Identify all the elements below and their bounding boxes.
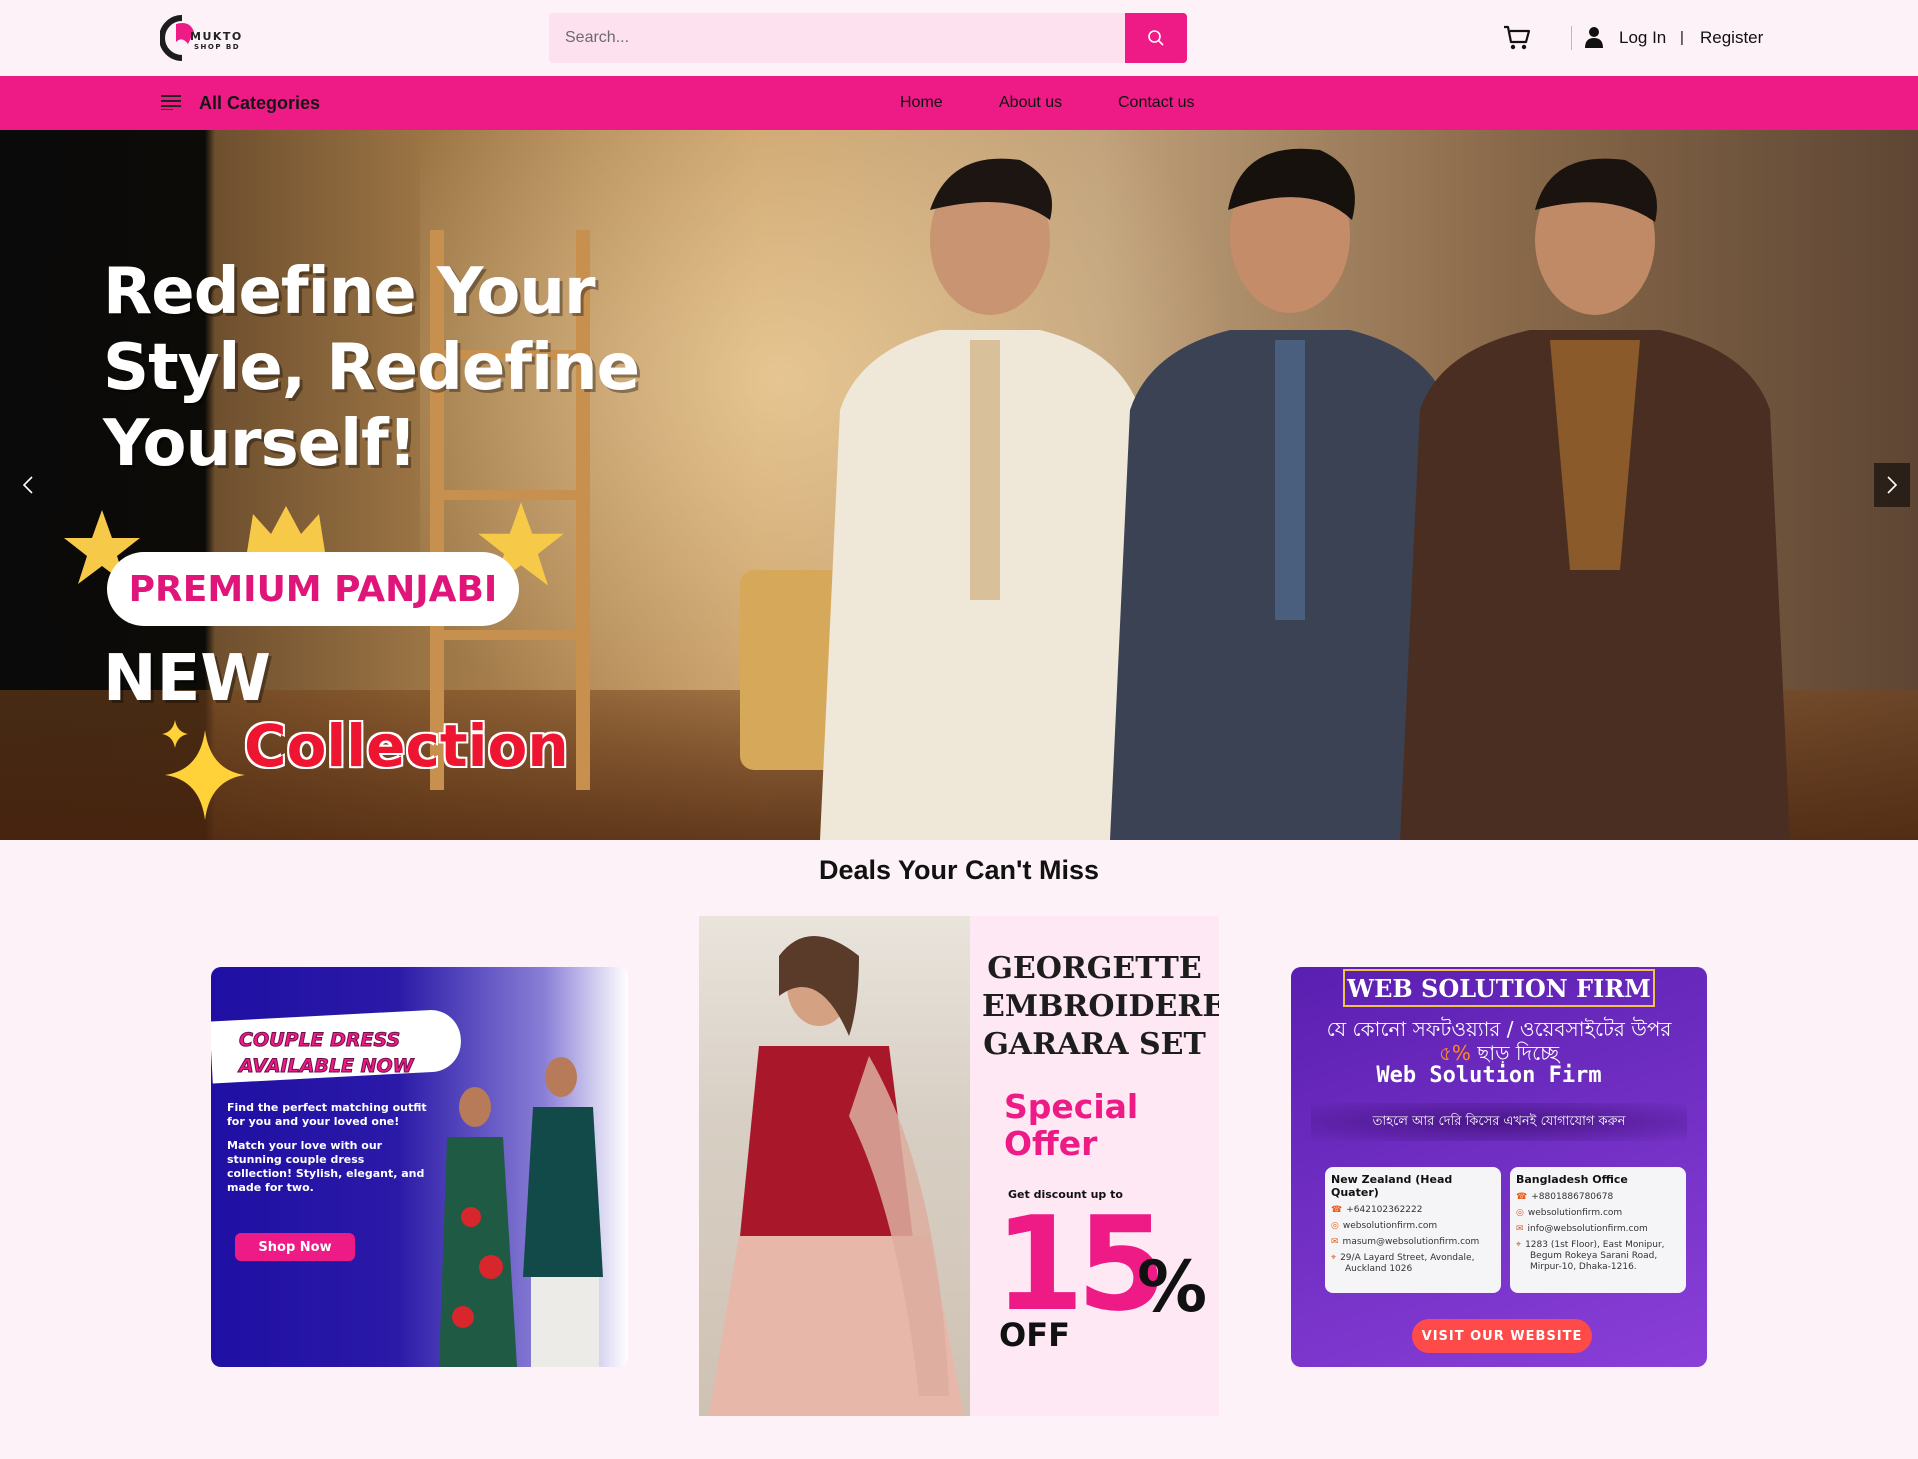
location-icon: ⌖ [1516,1240,1522,1250]
address-row: ⌖ 1283 (1st Floor), East Monipur, [1516,1240,1665,1250]
nav-home[interactable]: Home [900,94,943,112]
slider-next-button[interactable] [1874,463,1910,507]
phone-icon: ☎ [1516,1192,1528,1202]
phone-row: ☎ +8801886780678 [1516,1192,1614,1202]
office-card-bd: Bangladesh Office ☎ +8801886780678 ◎ webso… [1510,1167,1686,1293]
discount-off-label: OFF [999,1316,1070,1354]
contact-prompt: তাহলে আর দেরি কিসের এখনই যোগাযোগ করুন [1311,1103,1687,1141]
menu-icon[interactable] [161,94,181,110]
login-link[interactable]: Log In [1619,28,1666,48]
globe-icon: ◎ [1516,1208,1524,1218]
nav-about[interactable]: About us [999,94,1062,112]
crown-icon [247,506,325,552]
mail-icon: ✉ [1516,1224,1524,1234]
web-row: ◎ websolutionfirm.com [1331,1221,1438,1231]
register-link[interactable]: Register [1700,28,1763,48]
garara-photo [699,916,970,1416]
search-input[interactable] [549,13,1125,63]
couple-photo [439,1057,603,1367]
deal-card-garara-set[interactable]: GEORGETTE EMBROIDERED GARARA SET Special… [699,916,1219,1416]
shop-now-button[interactable]: Shop Now [235,1233,355,1261]
header-divider [1571,26,1572,50]
discount-percent: % [1137,1246,1208,1328]
search-icon [1148,30,1164,46]
visit-website-button[interactable]: VISIT OUR WEBSITE [1412,1319,1592,1353]
model-illustration [709,936,964,1416]
mail-icon: ✉ [1331,1237,1339,1247]
site-logo[interactable]: MUKTO SHOP BD [160,14,255,62]
hero-collection-label: Collection [244,712,569,780]
hero-new-label: NEW [103,642,271,716]
email-row: ✉ info@websolutionfirm.com [1516,1224,1648,1234]
premium-panjabi-badge: PREMIUM PANJABI [107,552,519,626]
sparkle-icon [162,720,245,820]
search-button[interactable] [1125,13,1187,63]
garara-title: GEORGETTE EMBROIDERED GARARA SET [982,951,1219,1062]
cart-icon[interactable] [1502,24,1532,52]
special-offer-label: Special Offer [1004,1087,1139,1163]
globe-icon: ◎ [1331,1221,1339,1231]
address-row: ⌖ 29/A Layard Street, Avondale, [1331,1253,1475,1263]
all-categories-button[interactable]: All Categories [199,93,320,114]
top-header: MUKTO SHOP BD Log In | Register [0,0,1918,76]
hero-slider: Redefine Your Style, Redefine Yourself! … [0,130,1918,840]
search-bar [549,13,1187,63]
phone-row: ☎ +642102362222 [1331,1205,1423,1215]
slider-prev-button[interactable] [10,463,46,507]
logo-text: MUKTO [190,30,243,43]
firm-name: Web Solution Firm [1376,1063,1602,1088]
deals-section-title: Deals Your Can't Miss [818,855,1099,885]
logo-subtext: SHOP BD [194,43,241,51]
auth-separator: | [1680,29,1684,46]
model-brown-panjabi [1400,158,1790,840]
chevron-right-icon [1887,476,1898,494]
location-icon: ⌖ [1331,1253,1337,1263]
main-nav: All Categories Home About us Contact us [0,76,1918,130]
nav-contact[interactable]: Contact us [1118,94,1194,112]
card-text: Match your love with our stunning couple… [227,1139,425,1194]
email-row: ✉ masum@websolutionfirm.com [1331,1237,1480,1247]
hero-headline: Redefine Your Style, Redefine Yourself! [103,255,640,481]
deal-card-web-solution-firm[interactable]: WEB SOLUTION FIRM যে কোনো সফটওয়্যার / ও… [1291,967,1707,1367]
office-card-nz: New Zealand (Head Quater) ☎ +642102362222… [1325,1167,1501,1293]
card-text: Find the perfect matching outfit for you… [227,1101,427,1128]
deal-card-couple-dress[interactable]: COUPLE DRESS AVAILABLE NOW Find the perf… [211,967,628,1367]
chevron-left-icon [22,476,33,494]
phone-icon: ☎ [1331,1205,1343,1215]
firm-title: WEB SOLUTION FIRM [1343,969,1655,1007]
web-row: ◎ websolutionfirm.com [1516,1208,1623,1218]
user-icon [1585,27,1603,48]
couple-dress-headline: COUPLE DRESS AVAILABLE NOW [239,1029,415,1078]
